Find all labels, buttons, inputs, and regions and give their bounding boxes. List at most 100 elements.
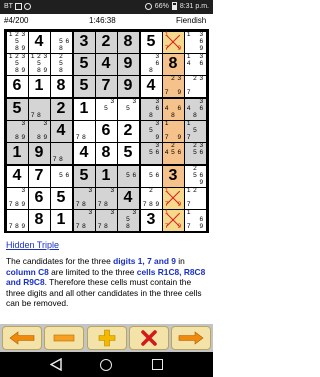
cell-r6c5[interactable]: 8 — [95, 142, 117, 164]
cell-r9c5[interactable]: 378 — [95, 209, 117, 231]
cell-r4c3[interactable]: 2 — [50, 98, 72, 120]
cell-r7c6[interactable]: 56 — [117, 165, 139, 187]
battery-icon — [171, 2, 177, 10]
plus-button[interactable] — [86, 326, 127, 350]
cell-r7c3[interactable]: 56 — [50, 165, 72, 187]
cell-value: 6 — [34, 189, 44, 206]
cell-r3c9[interactable]: 237 — [184, 75, 206, 97]
cell-r8c2[interactable]: 6 — [28, 187, 50, 209]
cell-r4c6[interactable]: 35 — [117, 98, 139, 120]
cell-r1c2[interactable]: 4 — [28, 31, 50, 53]
cell-r6c9[interactable]: 2356 — [184, 142, 206, 164]
cell-r7c8[interactable]: 3 — [162, 165, 184, 187]
cell-r9c9[interactable]: 1679 — [184, 209, 206, 231]
cell-r3c6[interactable]: 9 — [117, 75, 139, 97]
nav-home-icon[interactable] — [100, 359, 112, 371]
cell-r5c7[interactable]: 359 — [140, 120, 162, 142]
cell-r1c8[interactable]: 179 — [162, 31, 184, 53]
cell-r2c9[interactable]: 1346 — [184, 53, 206, 75]
cell-r3c3[interactable]: 8 — [50, 75, 72, 97]
cell-r8c3[interactable]: 5 — [50, 187, 72, 209]
cell-r2c3[interactable]: 258 — [50, 53, 72, 75]
cell-r7c7[interactable]: 56 — [140, 165, 162, 187]
cell-r6c6[interactable]: 5 — [117, 142, 139, 164]
cell-value: 1 — [56, 211, 66, 228]
cell-r1c5[interactable]: 2 — [95, 31, 117, 53]
cell-r6c1[interactable]: 1 — [6, 142, 28, 164]
candidate — [87, 224, 93, 231]
cell-r2c5[interactable]: 4 — [95, 53, 117, 75]
cell-candidates: 78 — [75, 121, 94, 142]
hint-title-link[interactable]: Hidden Triple — [6, 240, 59, 250]
cell-r6c3[interactable]: 78 — [50, 142, 72, 164]
cell-r2c6[interactable]: 9 — [117, 53, 139, 75]
cell-r6c2[interactable]: 9 — [28, 142, 50, 164]
cell-r1c9[interactable]: 1369 — [184, 31, 206, 53]
cell-r3c4[interactable]: 5 — [73, 75, 95, 97]
cell-r8c6[interactable]: 4 — [117, 187, 139, 209]
cell-r3c8[interactable]: 2379 — [162, 75, 184, 97]
cell-r8c7[interactable]: 2789 — [140, 187, 162, 209]
nav-recent-icon[interactable] — [152, 359, 163, 370]
nav-back-icon[interactable] — [50, 358, 62, 371]
cell-r7c9[interactable]: 2569 — [184, 165, 206, 187]
cell-r9c4[interactable]: 378 — [73, 209, 95, 231]
cell-r4c5[interactable]: 35 — [95, 98, 117, 120]
cell-r4c1[interactable]: 5 — [6, 98, 28, 120]
cell-r6c8[interactable]: 2456 — [162, 142, 184, 164]
cell-r3c1[interactable]: 6 — [6, 75, 28, 97]
cell-r8c4[interactable]: 378 — [73, 187, 95, 209]
cell-r1c1[interactable]: 123589 — [6, 31, 28, 53]
cell-r4c4[interactable]: 1 — [73, 98, 95, 120]
cell-r9c2[interactable]: 8 — [28, 209, 50, 231]
cell-r4c7[interactable]: 368 — [140, 98, 162, 120]
cell-r9c3[interactable]: 1 — [50, 209, 72, 231]
cell-r5c8[interactable]: 179 — [162, 120, 184, 142]
cell-r9c6[interactable]: 358 — [117, 209, 139, 231]
forward-button[interactable] — [171, 326, 211, 350]
cell-r3c2[interactable]: 1 — [28, 75, 50, 97]
cell-r5c4[interactable]: 78 — [73, 120, 95, 142]
cell-r5c3[interactable]: 4 — [50, 120, 72, 142]
cell-r5c9[interactable]: 157 — [184, 120, 206, 142]
cell-r1c7[interactable]: 5 — [140, 31, 162, 53]
cell-r3c7[interactable]: 4 — [140, 75, 162, 97]
back-button[interactable] — [2, 326, 42, 350]
cell-r4c8[interactable]: 468 — [162, 98, 184, 120]
cell-r6c4[interactable]: 4 — [73, 142, 95, 164]
cell-r2c8[interactable]: 8 — [162, 53, 184, 75]
cell-r7c4[interactable]: 5 — [73, 165, 95, 187]
cell-r9c1[interactable]: 789 — [6, 209, 28, 231]
cell-r7c2[interactable]: 7 — [28, 165, 50, 187]
cell-r7c1[interactable]: 4 — [6, 165, 28, 187]
close-button[interactable] — [128, 326, 169, 350]
cell-r8c9[interactable]: 127 — [184, 187, 206, 209]
cell-r8c8[interactable]: 179 — [162, 187, 184, 209]
minus-button[interactable] — [44, 326, 85, 350]
cell-r1c6[interactable]: 8 — [117, 31, 139, 53]
cell-value: 3 — [146, 211, 156, 228]
cell-r2c2[interactable]: 123589 — [28, 53, 50, 75]
cell-r3c5[interactable]: 7 — [95, 75, 117, 97]
cell-r2c7[interactable]: 368 — [140, 53, 162, 75]
cell-r8c5[interactable]: 378 — [95, 187, 117, 209]
cell-r5c5[interactable]: 6 — [95, 120, 117, 142]
cell-r9c8[interactable]: 179 — [162, 209, 184, 231]
cell-r9c7[interactable]: 3 — [140, 209, 162, 231]
cell-r2c1[interactable]: 123589 — [6, 53, 28, 75]
cell-r5c2[interactable]: 389 — [28, 120, 50, 142]
cell-r5c1[interactable]: 389 — [6, 120, 28, 142]
cell-r1c3[interactable]: 568 — [50, 31, 72, 53]
cell-r4c2[interactable]: 78 — [28, 98, 50, 120]
cell-r1c4[interactable]: 3 — [73, 31, 95, 53]
cell-r8c1[interactable]: 3789 — [6, 187, 28, 209]
hint-text-1: The candidates for the three — [6, 256, 114, 266]
cell-value: 4 — [123, 189, 133, 206]
cell-r6c7[interactable]: 356 — [140, 142, 162, 164]
sudoku-grid[interactable]: 1235894568328517913691235891235892585493… — [4, 29, 209, 233]
cell-r4c9[interactable]: 3468 — [184, 98, 206, 120]
cell-r7c5[interactable]: 1 — [95, 165, 117, 187]
cell-r5c6[interactable]: 2 — [117, 120, 139, 142]
cell-r2c4[interactable]: 5 — [73, 53, 95, 75]
candidate — [64, 54, 70, 61]
